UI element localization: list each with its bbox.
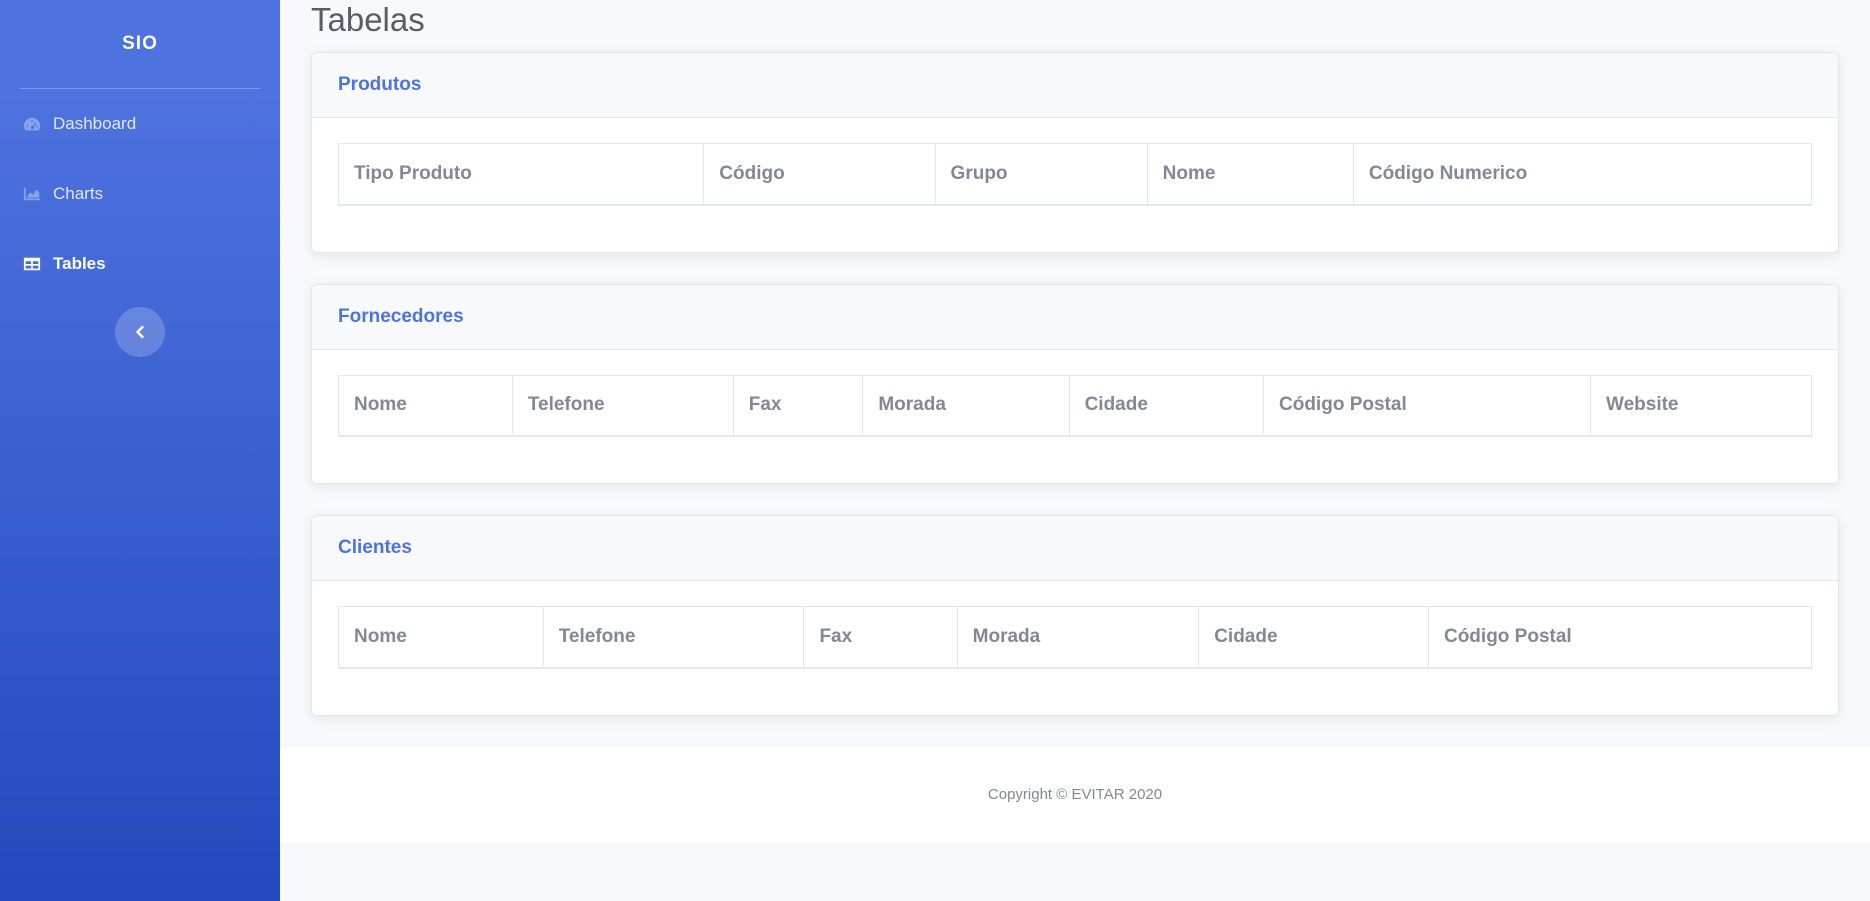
column-header[interactable]: Fax [803, 606, 958, 669]
tachometer-icon [22, 115, 42, 133]
area-chart-icon [22, 185, 42, 203]
card-body-produtos: Tipo Produto Código Grupo Nome Código Nu… [312, 118, 1838, 252]
column-header[interactable]: Código Postal [1428, 606, 1812, 669]
chevron-left-icon [136, 325, 144, 339]
sidebar-toggle-button[interactable] [115, 307, 165, 357]
column-header[interactable]: Morada [957, 606, 1200, 669]
column-header[interactable]: Grupo [935, 143, 1148, 206]
table-header-row: Nome Telefone Fax Morada Cidade Código P… [338, 375, 1812, 437]
column-header[interactable]: Cidade [1069, 375, 1265, 437]
card-header-fornecedores: Fornecedores [312, 284, 1838, 350]
main-content: Tabelas Produtos Tipo Produto Código Gru… [280, 0, 1870, 747]
sidebar-item-label: Tables [53, 254, 106, 273]
table-header-row: Tipo Produto Código Grupo Nome Código Nu… [338, 143, 1812, 206]
sidebar-item-label: Dashboard [53, 114, 137, 133]
card-header-produtos: Produtos [312, 53, 1838, 118]
card-produtos: Produtos Tipo Produto Código Grupo Nome … [311, 52, 1839, 253]
card-header-clientes: Clientes [312, 516, 1838, 581]
sidebar-item-dashboard[interactable]: Dashboard [0, 89, 280, 159]
card-body-clientes: Nome Telefone Fax Morada Cidade Código P… [312, 581, 1838, 715]
column-header[interactable]: Código [703, 143, 936, 206]
card-clientes: Clientes Nome Telefone Fax Morada Cidade… [311, 515, 1839, 716]
column-header[interactable]: Código Postal [1263, 375, 1591, 437]
column-header[interactable]: Nome [338, 606, 544, 669]
column-header[interactable]: Código Numerico [1353, 143, 1812, 206]
column-header[interactable]: Cidade [1198, 606, 1429, 669]
column-header[interactable]: Telefone [512, 375, 734, 437]
column-header[interactable]: Morada [862, 375, 1070, 437]
page-title: Tabelas [311, 1, 425, 38]
column-header[interactable]: Nome [338, 375, 513, 437]
sidebar-toggle-wrap [0, 307, 280, 357]
table-header-row: Nome Telefone Fax Morada Cidade Código P… [338, 606, 1812, 669]
content-wrapper: Tabelas Produtos Tipo Produto Código Gru… [280, 0, 1870, 901]
sidebar-item-tables[interactable]: Tables [0, 229, 280, 299]
table-clientes: Nome Telefone Fax Morada Cidade Código P… [338, 606, 1812, 669]
column-header[interactable]: Telefone [543, 606, 805, 669]
card-fornecedores: Fornecedores Nome Telefone Fax Morada Ci… [311, 283, 1839, 484]
copyright-text: Copyright © EVITAR 2020 [987, 786, 1163, 803]
footer: Copyright © EVITAR 2020 [280, 746, 1870, 843]
card-body-fornecedores: Nome Telefone Fax Morada Cidade Código P… [312, 350, 1838, 484]
sidebar-item-charts[interactable]: Charts [0, 159, 280, 229]
sidebar-item-label: Charts [53, 184, 104, 203]
app-root: SIO Dashboard Charts Tables Tabelas Prod… [0, 0, 1870, 901]
sidebar-brand[interactable]: SIO [0, 0, 280, 88]
table-icon [22, 255, 42, 273]
column-header[interactable]: Nome [1147, 143, 1354, 206]
sidebar: SIO Dashboard Charts Tables [0, 0, 280, 901]
column-header[interactable]: Fax [733, 375, 864, 437]
column-header[interactable]: Website [1590, 375, 1812, 437]
table-produtos: Tipo Produto Código Grupo Nome Código Nu… [338, 143, 1812, 206]
table-fornecedores: Nome Telefone Fax Morada Cidade Código P… [338, 374, 1812, 437]
column-header[interactable]: Tipo Produto [338, 143, 705, 206]
